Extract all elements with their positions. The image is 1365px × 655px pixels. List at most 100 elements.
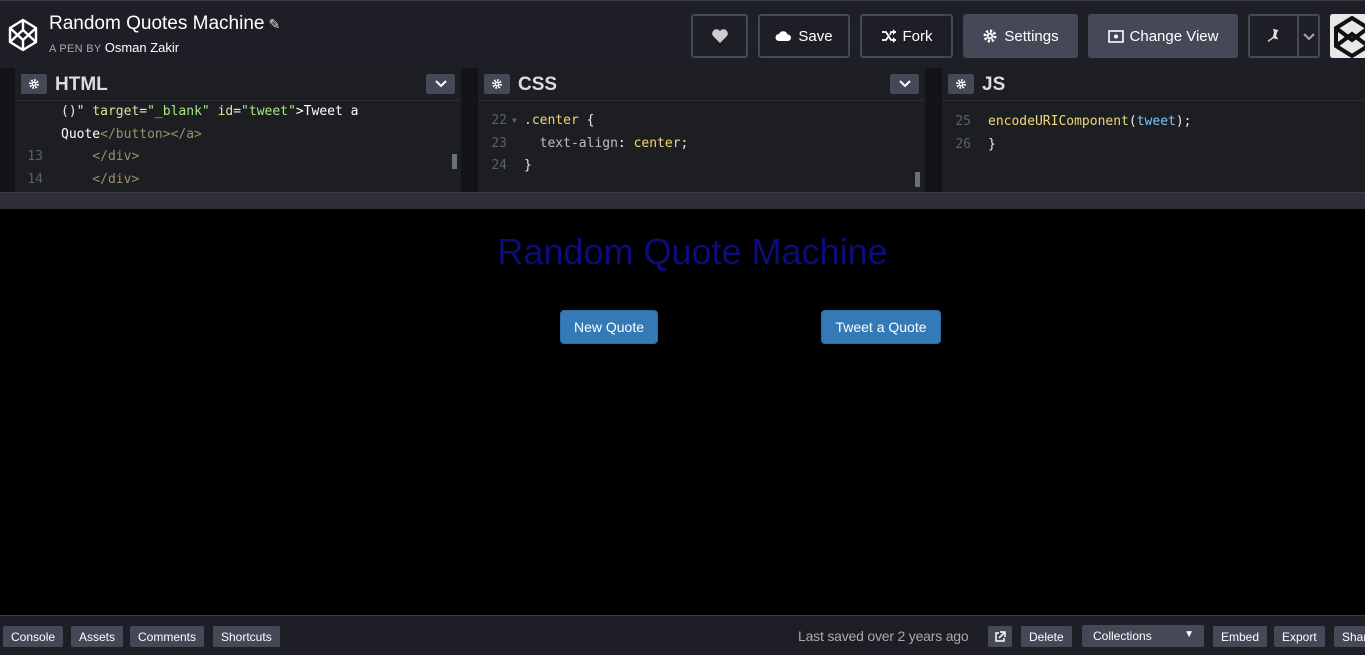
user-avatar[interactable] bbox=[1330, 14, 1365, 58]
code-token: target bbox=[92, 104, 140, 119]
code-token: center bbox=[633, 135, 681, 151]
change-view-button[interactable]: Change View bbox=[1088, 14, 1238, 58]
preview-heading: Random Quote Machine bbox=[497, 231, 888, 272]
css-chevron-down-icon[interactable] bbox=[890, 74, 919, 94]
css-scrollbar-thumb[interactable] bbox=[915, 172, 920, 187]
js-code-area[interactable]: 25 encodeURIComponent(tweet); 26} bbox=[942, 101, 1365, 192]
html-settings-gear-icon[interactable] bbox=[21, 74, 47, 94]
share-button[interactable]: Shar bbox=[1334, 626, 1365, 647]
pin-icon bbox=[1267, 28, 1279, 42]
code-token: encodeURIComponent bbox=[988, 114, 1129, 129]
pen-title[interactable]: Random Quotes Machine ✎ bbox=[49, 13, 280, 35]
change-view-label: Change View bbox=[1129, 27, 1219, 45]
js-editor-title: JS bbox=[982, 74, 1006, 95]
code-text: } bbox=[988, 134, 996, 157]
code-token: >Tweet a bbox=[295, 104, 359, 119]
line-number: 25 bbox=[955, 114, 971, 129]
line-number: 24 bbox=[491, 158, 507, 173]
result-preview: Random Quote Machine New Quote Tweet a Q… bbox=[0, 209, 1365, 615]
save-label: Save bbox=[798, 27, 833, 45]
export-button[interactable]: Export bbox=[1274, 626, 1325, 647]
code-text: text-align: center; bbox=[524, 133, 689, 156]
code-token: ()" bbox=[61, 104, 93, 119]
css-editor-header: CSS bbox=[478, 68, 925, 101]
css-editor[interactable]: CSS 22 ▼ .center { 23 text-align: center; 24… bbox=[478, 68, 925, 192]
fold-arrow-icon[interactable]: ▼ bbox=[512, 110, 517, 133]
save-button[interactable]: Save bbox=[758, 14, 850, 58]
love-button[interactable] bbox=[691, 14, 748, 58]
html-editor[interactable]: HTML ()" target="_blank" id="tweet">Twee… bbox=[15, 68, 461, 192]
fork-icon bbox=[881, 29, 896, 43]
last-saved-text: Last saved over 2 years ago bbox=[798, 628, 969, 644]
external-link-icon bbox=[995, 630, 1006, 642]
line-number: 22 bbox=[491, 113, 507, 128]
heart-icon bbox=[711, 29, 728, 43]
comments-button[interactable]: Comments bbox=[130, 626, 205, 647]
pen-byline: A PEN BY Osman Zakir bbox=[49, 40, 179, 55]
code-text: } bbox=[524, 155, 532, 178]
cloud-icon bbox=[775, 31, 792, 41]
css-editor-title: CSS bbox=[518, 74, 558, 95]
assets-button[interactable]: Assets bbox=[71, 626, 124, 647]
code-token: text-align bbox=[524, 135, 618, 151]
author-link[interactable]: Osman Zakir bbox=[105, 40, 179, 55]
settings-button[interactable]: Settings bbox=[963, 14, 1078, 58]
html-code-area[interactable]: ()" target="_blank" id="tweet">Tweet a Qu… bbox=[15, 101, 461, 192]
code-token: ); bbox=[1175, 114, 1192, 129]
chevron-down-icon[interactable] bbox=[1302, 27, 1316, 45]
code-token: "_blank" bbox=[147, 104, 210, 119]
editor-resize-bar[interactable] bbox=[0, 192, 1365, 209]
code-token: "tweet" bbox=[241, 104, 296, 119]
js-editor[interactable]: JS 25 encodeURIComponent(tweet); 26} bbox=[942, 68, 1365, 192]
code-text: .center { bbox=[524, 110, 594, 133]
code-token: = bbox=[233, 104, 242, 119]
bottom-bar: Console Assets Comments Shortcuts Last s… bbox=[0, 615, 1365, 655]
code-token: tweet bbox=[1136, 114, 1176, 129]
edit-pencil-icon[interactable]: ✎ bbox=[268, 16, 280, 32]
line-number: 13 bbox=[27, 149, 43, 164]
code-token: </div> bbox=[61, 171, 140, 187]
embed-button[interactable]: Embed bbox=[1213, 626, 1268, 647]
code-token: </div> bbox=[61, 149, 140, 164]
external-link-button[interactable] bbox=[988, 626, 1012, 647]
gear-icon bbox=[983, 29, 997, 43]
html-chevron-down-icon[interactable] bbox=[426, 74, 455, 94]
code-token: } bbox=[524, 158, 532, 173]
avatar-image bbox=[1330, 14, 1365, 58]
js-settings-gear-icon[interactable] bbox=[948, 74, 974, 94]
html-scrollbar-thumb[interactable] bbox=[452, 154, 457, 169]
code-token: ( bbox=[1128, 114, 1137, 129]
code-text: </div> bbox=[61, 146, 139, 169]
collections-label: Collections bbox=[1093, 629, 1152, 643]
fork-button[interactable]: Fork bbox=[860, 14, 953, 58]
console-button[interactable]: Console bbox=[3, 626, 64, 647]
line-number: 14 bbox=[27, 171, 43, 187]
line-number: 26 bbox=[955, 136, 971, 152]
codepen-logo-icon[interactable] bbox=[8, 18, 38, 52]
pin-divider bbox=[1297, 16, 1299, 56]
shortcuts-button[interactable]: Shortcuts bbox=[213, 626, 280, 647]
code-token: </button></a> bbox=[100, 126, 202, 142]
code-text: ()" target="_blank" id="tweet">Tweet a bbox=[61, 101, 358, 124]
js-editor-header: JS bbox=[942, 68, 1365, 101]
css-settings-gear-icon[interactable] bbox=[484, 74, 510, 94]
layout-icon bbox=[1107, 29, 1124, 43]
delete-button[interactable]: Delete bbox=[1021, 626, 1072, 647]
code-token: } bbox=[988, 136, 996, 152]
code-text: </div> bbox=[61, 169, 139, 192]
pin-button[interactable] bbox=[1248, 14, 1320, 58]
code-token: ; bbox=[680, 135, 689, 151]
css-code-area[interactable]: 22 ▼ .center { 23 text-align: center; 24} bbox=[478, 101, 925, 192]
new-quote-button[interactable]: New Quote bbox=[560, 310, 658, 344]
html-editor-header: HTML bbox=[15, 68, 461, 101]
line-number: 23 bbox=[491, 135, 507, 151]
code-token: id bbox=[217, 104, 234, 119]
collections-dropdown[interactable]: Collections ▼ bbox=[1082, 625, 1204, 647]
code-token: : bbox=[617, 135, 634, 151]
tweet-quote-button[interactable]: Tweet a Quote bbox=[821, 310, 941, 344]
code-token: { bbox=[586, 113, 595, 128]
code-text: Quote</button></a> bbox=[61, 124, 202, 147]
html-editor-title: HTML bbox=[55, 74, 108, 95]
pen-title-text: Random Quotes Machine bbox=[49, 13, 265, 34]
